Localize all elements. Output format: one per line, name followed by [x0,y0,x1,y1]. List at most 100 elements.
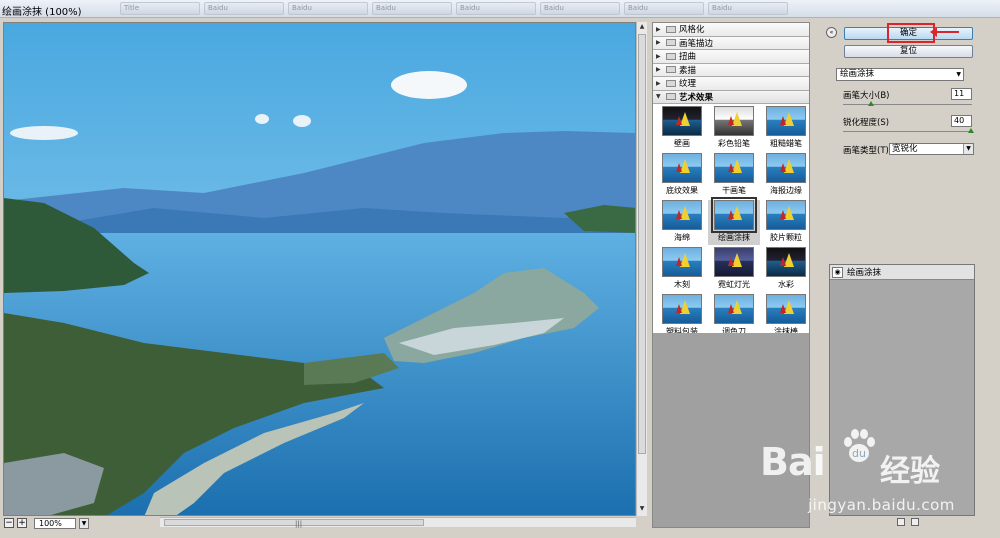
filter-preview-image [662,200,702,230]
filter-preview-image [766,247,806,277]
filter-category[interactable]: ▶ 扭曲 [653,50,809,64]
scroll-thumb[interactable] [638,34,646,454]
filter-thumbnail-label: 水彩 [778,280,794,289]
slider-knob[interactable] [968,128,974,133]
filter-thumbnail[interactable]: 海绵 [656,200,708,245]
zoom-in-button[interactable]: + [17,518,27,528]
filter-preview-image [714,247,754,277]
filter-thumbnail[interactable]: 木刻 [656,247,708,292]
sharpness-label: 锐化程度(S) [843,118,890,128]
lake-landscape-image [4,23,635,515]
zoom-out-button[interactable]: − [4,518,14,528]
filter-thumbnail-label: 海绵 [674,233,690,242]
brush-size-slider[interactable] [843,101,972,106]
filter-thumbnail-label: 干画笔 [722,186,746,195]
filter-category-label: 画笔描边 [679,38,714,49]
slider-knob[interactable] [868,101,875,106]
triangle-right-icon: ▶ [656,25,661,33]
sharpness-input[interactable]: 40 [951,115,972,127]
triangle-right-icon: ▶ [656,39,661,47]
filter-thumbnail[interactable]: 壁画 [656,106,708,151]
filter-category[interactable]: ▶ 画笔描边 [653,36,809,50]
filter-thumbnail[interactable]: 霓虹灯光 [708,247,760,292]
effect-layer-label: 绘画涂抹 [847,268,882,278]
filter-thumbnail-label: 绘画涂抹 [718,233,750,242]
filter-thumbnail-grid: 壁画 彩色铅笔 粗糙蜡笔 底纹效果 干画笔 海报边缘 海绵 绘画涂抹 胶片颗粒 木刻 霓虹灯光 水彩塑… [653,104,809,339]
taskbar-item[interactable]: Baidu [288,2,368,15]
red-arrow-annotation [930,27,959,37]
filter-thumbnail[interactable]: 底纹效果 [656,153,708,198]
taskbar-item[interactable]: Baidu [204,2,284,15]
reset-button[interactable]: 复位 [844,45,973,58]
filter-category-label: 纹理 [679,79,697,90]
filter-preview-image [714,153,754,183]
taskbar-item[interactable]: Baidu [540,2,620,15]
filter-thumbnail[interactable]: 胶片颗粒 [760,200,809,245]
triangle-down-icon: ▼ [656,93,661,101]
sharpness-slider[interactable] [843,128,974,133]
taskbar-item[interactable]: Baidu [708,2,788,15]
filter-thumbnail[interactable]: 粗糙蜡笔 [760,106,809,151]
filter-preview-image [766,106,806,136]
filter-preview-image [766,153,806,183]
folder-icon [666,52,676,60]
folder-icon [666,93,676,101]
filter-select[interactable]: 绘画涂抹 ▼ [836,68,964,81]
filter-category[interactable]: ▼ 艺术效果 [653,90,809,104]
filter-thumbnail-label: 霓虹灯光 [718,280,750,289]
filter-thumbnail[interactable]: 海报边缘 [760,153,809,198]
watermark-url: jingyan.baidu.com [808,496,955,514]
collapse-gallery-button[interactable]: « [826,27,837,38]
filter-category-list: ▶ 风格化 ▶ 画笔描边 ▶ 扭曲 ▶ 素描 ▶ 纹理 ▼ 艺术效果 [653,23,809,104]
triangle-right-icon: ▶ [656,52,661,60]
filter-preview-image [714,106,754,136]
filter-preview-canvas[interactable] [3,22,636,516]
taskbar-item[interactable]: Baidu [624,2,704,15]
filter-thumbnail[interactable]: 干画笔 [708,153,760,198]
filter-category-label: 艺术效果 [679,92,714,103]
folder-icon [666,66,676,74]
filter-thumbnail[interactable]: 彩色铅笔 [708,106,760,151]
filter-thumbnail-label: 彩色铅笔 [718,139,750,148]
filter-preview-image [711,197,757,233]
filter-category-label: 扭曲 [679,52,697,63]
preview-horizontal-scrollbar[interactable]: ||| [160,517,636,528]
effect-layer-row[interactable]: ◉ 绘画涂抹 [830,265,974,280]
paw-icon: du [844,429,875,462]
brush-size-input[interactable]: 11 [951,88,972,100]
brush-type-select[interactable]: 宽锐化 ▼ [889,143,974,155]
filter-thumbnail-label: 胶片颗粒 [770,233,802,242]
filter-category[interactable]: ▶ 素描 [653,63,809,77]
filter-thumbnail-label: 海报边缘 [770,186,802,195]
brush-size-label: 画笔大小(B) [843,91,890,101]
eye-icon[interactable]: ◉ [832,266,843,278]
filter-category-label: 风格化 [679,25,705,36]
chevron-down-icon: ▼ [956,71,961,78]
filter-thumbnail[interactable]: 绘画涂抹 [708,197,760,245]
brush-type-label: 画笔类型(T): [843,146,892,156]
chevron-down-icon: ▼ [963,144,973,154]
filter-thumbnail-label: 底纹效果 [666,186,698,195]
taskbar-item[interactable]: Baidu [372,2,452,15]
chevron-down-icon[interactable]: ▼ [79,517,89,529]
window-titlebar: 绘画涂抹 (100%) Title Baidu Baidu Baidu Baid… [0,0,1000,18]
preview-vertical-scrollbar[interactable]: ▲ ▼ [636,22,647,516]
taskbar-item[interactable]: Baidu [456,2,536,15]
filter-thumbnail-label: 木刻 [674,280,690,289]
filter-category[interactable]: ▶ 风格化 [653,23,809,37]
taskbar-item[interactable]: Title [120,2,200,15]
triangle-right-icon: ▶ [656,79,661,87]
filter-preview-image [714,294,754,324]
filter-thumbnail-label: 壁画 [674,139,690,148]
filter-thumbnail[interactable]: 水彩 [760,247,809,292]
taskbar-strip: Title Baidu Baidu Baidu Baidu Baidu Baid… [120,2,1000,16]
zoom-level-select[interactable]: 100% [34,517,76,529]
grip-icon: ||| [295,520,303,528]
filter-preview-image [662,106,702,136]
filter-category[interactable]: ▶ 纹理 [653,77,809,91]
scroll-thumb[interactable]: ||| [164,519,424,528]
filter-preview-image [662,247,702,277]
scroll-down-icon[interactable]: ▼ [638,505,646,515]
scroll-up-icon[interactable]: ▲ [638,23,646,33]
filter-thumbnail-label: 粗糙蜡笔 [770,139,802,148]
